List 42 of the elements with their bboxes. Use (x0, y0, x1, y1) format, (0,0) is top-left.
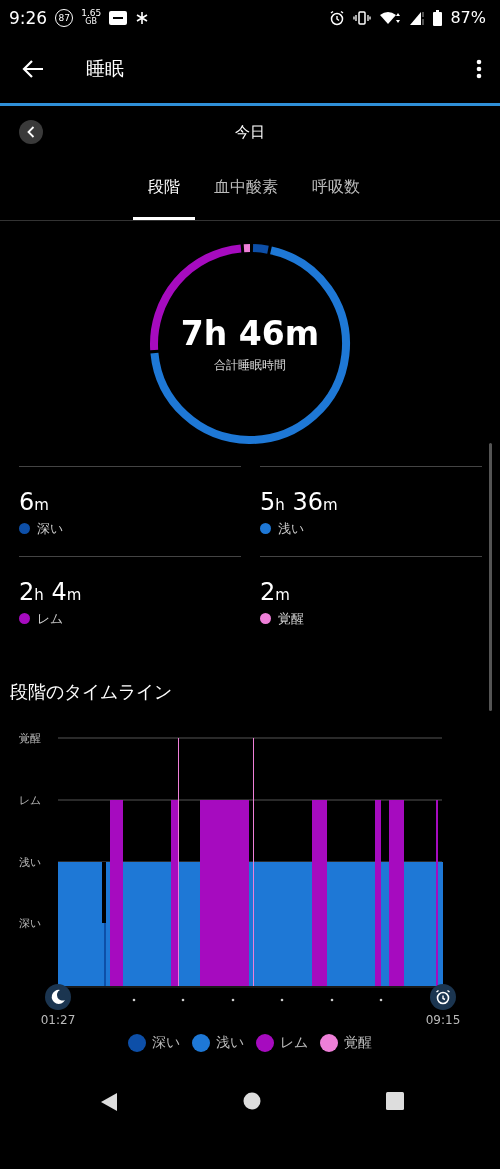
stage-duration: 2h 4m (19, 577, 83, 606)
tab[interactable]: 呼吸数 (297, 158, 375, 220)
stage-duration: 2m (260, 577, 291, 606)
signal-icon (409, 9, 426, 26)
legend-label: レム (280, 1034, 308, 1052)
battery-icon (433, 9, 443, 26)
total-sleep-value: 7h 46m (180, 313, 320, 353)
chevron-left-icon (27, 126, 35, 138)
battery-percent: 87% (450, 8, 486, 27)
legend-label: 深い (152, 1034, 180, 1052)
wifi-icon (379, 9, 402, 26)
asterisk-icon (135, 10, 150, 25)
previous-day-button[interactable] (19, 120, 43, 144)
vibrate-icon (353, 9, 372, 26)
stage-label: レム (37, 609, 63, 628)
alarm-icon (430, 984, 456, 1010)
stage-duration: 5h 36m (260, 487, 339, 516)
start-time-label: 01:27 (40, 1013, 76, 1027)
more-options-icon (476, 59, 482, 79)
alarm-icon (329, 9, 346, 26)
app-icon (109, 9, 128, 26)
tab[interactable]: 段階 (133, 158, 195, 220)
stage-duration: 6m (19, 487, 50, 516)
back-arrow-icon (22, 59, 44, 79)
stage-label: 覚醒 (278, 609, 304, 628)
section-title: 段階のタイムライン (10, 680, 172, 704)
date-label: 今日 (235, 122, 265, 142)
stage-label: 浅い (278, 519, 304, 538)
axis-label: 深い (19, 917, 41, 930)
axis-label: 浅い (19, 856, 41, 869)
sleep-start-icon (45, 984, 71, 1010)
axis-label: レム (19, 794, 41, 807)
end-time-label: 09:15 (425, 1013, 461, 1027)
stage-label: 深い (37, 519, 63, 538)
axis-label: 覚醒 (19, 732, 41, 745)
legend-label: 浅い (216, 1034, 244, 1052)
status-time: 9:26 (9, 7, 48, 28)
legend-label: 覚醒 (344, 1034, 372, 1052)
total-sleep-caption: 合計睡眠時間 (214, 356, 286, 374)
tab[interactable]: 血中酸素 (199, 158, 293, 220)
data-usage: 1.65 GB (81, 9, 102, 26)
screen-title: 睡眠 (86, 56, 124, 81)
